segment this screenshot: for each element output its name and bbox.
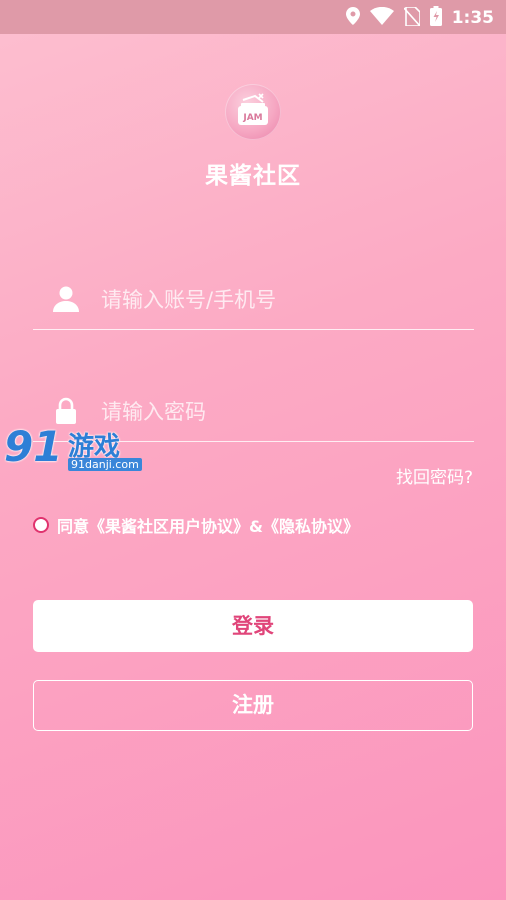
status-time: 1:35 (451, 8, 494, 28)
location-icon (345, 7, 360, 29)
agreement-text[interactable]: 同意《果酱社区用户协议》&《隐私协议》 (57, 513, 359, 537)
agreement-radio[interactable] (33, 517, 49, 533)
watermark-logo: 91 游戏 91danji.com (2, 422, 142, 476)
register-button[interactable]: 注册 (33, 680, 473, 731)
wifi-icon (369, 6, 394, 29)
agreement-row[interactable]: 同意《果酱社区用户协议》&《隐私协议》 (33, 513, 359, 537)
watermark-url: 91danji.com (68, 458, 142, 471)
account-field (33, 270, 474, 330)
logo-text: JAM (242, 113, 262, 123)
battery-icon (429, 6, 442, 30)
app-name: 果酱社区 (205, 163, 301, 189)
password-input[interactable] (99, 392, 463, 432)
forgot-password-link[interactable]: 找回密码? (396, 463, 473, 488)
login-button[interactable]: 登录 (33, 600, 473, 652)
status-icons: 1:35 (345, 5, 494, 30)
jam-jar-icon: JAM (238, 93, 268, 125)
watermark-number: 91 (4, 422, 63, 471)
app-logo: JAM (225, 84, 281, 140)
no-sim-icon (403, 5, 421, 30)
account-input[interactable] (99, 280, 463, 320)
account-underline (33, 329, 474, 330)
user-icon (51, 284, 81, 314)
status-bar: 1:35 (0, 0, 506, 34)
